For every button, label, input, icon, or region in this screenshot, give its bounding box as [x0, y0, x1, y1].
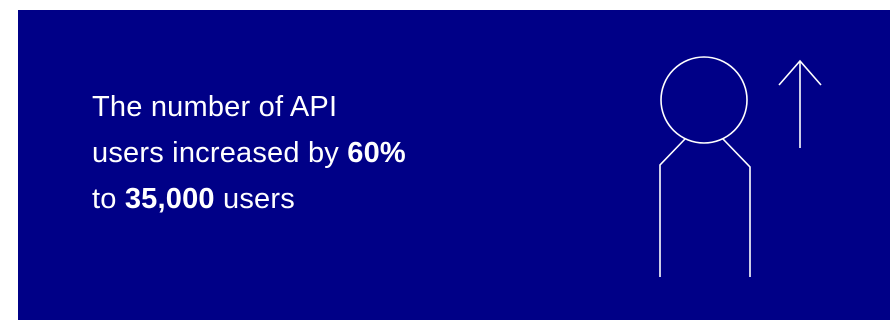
person-outline-icon	[659, 56, 751, 277]
stat-line-2-prefix: users increased by	[92, 137, 348, 169]
stat-line-3-suffix: users	[214, 183, 295, 215]
stat-percentage: 60%	[347, 137, 406, 169]
stat-banner: The number of API users increased by 60% t…	[18, 10, 890, 320]
growth-illustration	[659, 56, 822, 277]
arrow-up-icon	[778, 59, 822, 148]
stat-user-count: 35,000	[124, 183, 215, 215]
stat-line-1: The number of API	[92, 91, 338, 123]
stat-statement: The number of API users increased by 60% t…	[92, 84, 552, 222]
stat-line-3-prefix: to	[92, 183, 125, 215]
